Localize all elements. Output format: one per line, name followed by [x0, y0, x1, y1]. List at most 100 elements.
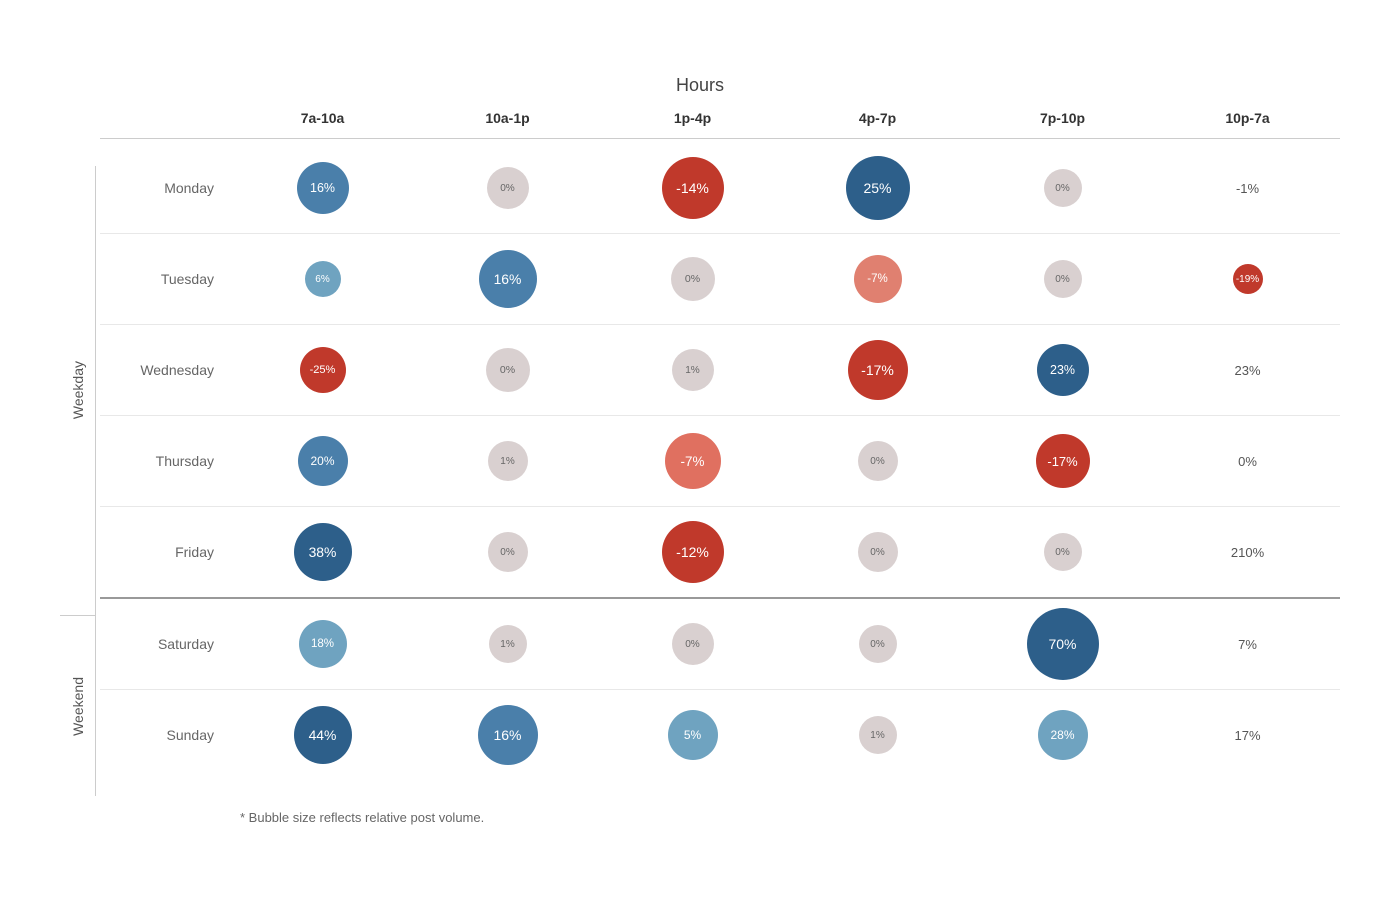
bubble: -7%: [665, 433, 721, 489]
weekend-section: Saturday18% 1% 0% 0% 70% 7% Sunday 44% 16% 5% 1% 28…: [100, 597, 1340, 780]
col-header-5: 10p-7a: [1155, 106, 1340, 130]
plain-value-cell: 210%: [1155, 507, 1340, 597]
weekday-section-label: Weekday: [60, 166, 96, 616]
bubble-cell: 16%: [230, 143, 415, 233]
bubble: 25%: [846, 156, 910, 220]
day-label: Monday: [100, 166, 230, 210]
bubble: 0%: [1044, 533, 1082, 571]
bubble-cell: 0%: [600, 234, 785, 324]
bubble: 16%: [479, 250, 537, 308]
plain-value-cell: 0%: [1155, 416, 1340, 506]
header-day-spacer: [100, 106, 230, 130]
bubble: 0%: [488, 532, 528, 572]
bubble-cell: 0%: [415, 325, 600, 415]
weekend-section-label: Weekend: [60, 616, 96, 796]
bubble: 20%: [298, 436, 348, 486]
bubble-cell: 5%: [600, 690, 785, 780]
weekend-label-text: Weekend: [70, 677, 86, 736]
bubble: 38%: [294, 523, 352, 581]
bubble: 70%: [1027, 608, 1099, 680]
day-label: Wednesday: [100, 348, 230, 392]
bubble-cell: 1%: [415, 599, 600, 689]
table-row: Tuesday 6% 16% 0% -7% 0% -19%: [100, 234, 1340, 325]
bubble: -17%: [848, 340, 908, 400]
bubble: 1%: [672, 349, 714, 391]
bubble: 6%: [305, 261, 341, 297]
bubble: 0%: [672, 623, 714, 665]
bubble-cell: 0%: [970, 234, 1155, 324]
day-label: Thursday: [100, 439, 230, 483]
bubble: 23%: [1037, 344, 1089, 396]
bubble-cell: 70%: [970, 599, 1155, 689]
bubble: 0%: [486, 348, 530, 392]
bubble-cell: 16%: [415, 234, 600, 324]
table-row: Monday 16% 0% -14% 25% 0% -1%: [100, 143, 1340, 234]
plain-value-cell: 7%: [1155, 599, 1340, 689]
bubble: 16%: [478, 705, 538, 765]
bubble: 0%: [858, 441, 898, 481]
day-label: Sunday: [100, 713, 230, 757]
bubble: 0%: [859, 625, 897, 663]
chart-title: Hours: [60, 75, 1340, 96]
table-row: Sunday 44% 16% 5% 1% 28% 17%: [100, 690, 1340, 780]
bubble: 1%: [488, 441, 528, 481]
bubble: -14%: [662, 157, 724, 219]
bubble-cell: 25%: [785, 143, 970, 233]
table-row: Thursday 20% 1% -7% 0% -17% 0%: [100, 416, 1340, 507]
table-row: Wednesday -25% 0% 1% -17% 23% 23%: [100, 325, 1340, 416]
bubble-cell: -7%: [600, 416, 785, 506]
bubble-cell: 0%: [970, 507, 1155, 597]
outer-wrapper: Weekday Weekend 7a-10a 10a-1p 1p-4p 4p-7…: [60, 106, 1340, 796]
table-row: Friday38%0%-12%0%0%210%: [100, 507, 1340, 597]
bubble-cell: 23%: [970, 325, 1155, 415]
plain-value-cell: 23%: [1155, 325, 1340, 415]
bubble: 0%: [487, 167, 529, 209]
bubble-cell: 18%: [230, 599, 415, 689]
footnote: * Bubble size reflects relative post vol…: [60, 810, 1340, 825]
main-grid: 7a-10a 10a-1p 1p-4p 4p-7p 7p-10p 10p-7a …: [100, 106, 1340, 796]
weekday-label-text: Weekday: [70, 361, 86, 419]
bubble-cell: 28%: [970, 690, 1155, 780]
weekday-section: Monday 16% 0% -14% 25% 0% -1% Tuesday 6% 16% 0% -7%…: [100, 143, 1340, 597]
bubble-cell: -7%: [785, 234, 970, 324]
table-row: Saturday18% 1% 0% 0% 70% 7%: [100, 599, 1340, 690]
bubble: 0%: [1044, 169, 1082, 207]
bubble: 1%: [859, 716, 897, 754]
day-label: Tuesday: [100, 257, 230, 301]
col-header-1: 10a-1p: [415, 106, 600, 130]
col-header-2: 1p-4p: [600, 106, 785, 130]
bubble-cell: -25%: [230, 325, 415, 415]
bubble-cell: 0%: [785, 416, 970, 506]
bubble-cell: 0%: [415, 507, 600, 597]
bubble-cell: -14%: [600, 143, 785, 233]
bubble: 1%: [489, 625, 527, 663]
bubble-cell: 20%: [230, 416, 415, 506]
bubble: 44%: [294, 706, 352, 764]
bubble-cell: 0%: [785, 599, 970, 689]
bubble-cell: -19%: [1155, 234, 1340, 324]
bubble-cell: 6%: [230, 234, 415, 324]
bubble: -17%: [1036, 434, 1090, 488]
bubble: 16%: [297, 162, 349, 214]
bubble-cell: 0%: [600, 599, 785, 689]
side-label-header-space: [60, 106, 96, 166]
bubble: -7%: [854, 255, 902, 303]
bubble-cell: 1%: [600, 325, 785, 415]
day-label: Saturday: [100, 622, 230, 666]
header-row: 7a-10a 10a-1p 1p-4p 4p-7p 7p-10p 10p-7a: [100, 106, 1340, 139]
bubble: 28%: [1038, 710, 1088, 760]
bubble-cell: 0%: [785, 507, 970, 597]
bubble: -19%: [1233, 264, 1263, 294]
bubble-cell: 0%: [415, 143, 600, 233]
bubble-cell: 16%: [415, 690, 600, 780]
col-header-3: 4p-7p: [785, 106, 970, 130]
bubble-cell: 1%: [785, 690, 970, 780]
bubble: 0%: [1044, 260, 1082, 298]
side-labels: Weekday Weekend: [60, 106, 96, 796]
bubble-cell: 44%: [230, 690, 415, 780]
bubble-cell: -17%: [970, 416, 1155, 506]
plain-value-cell: 17%: [1155, 690, 1340, 780]
plain-value-cell: -1%: [1155, 143, 1340, 233]
bubble: -12%: [662, 521, 724, 583]
bubble: -25%: [300, 347, 346, 393]
